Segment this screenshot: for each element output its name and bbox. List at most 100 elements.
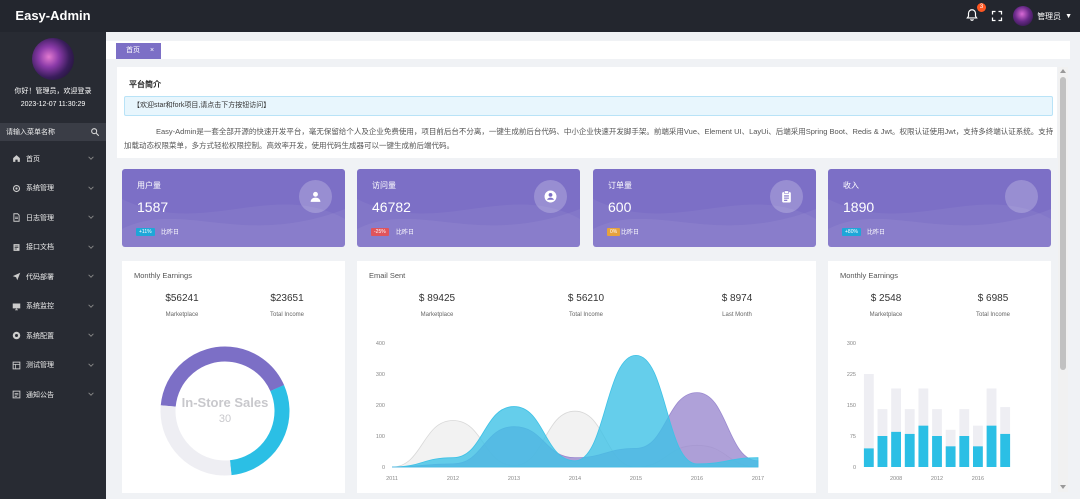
- kpi-label: Total Income: [568, 312, 604, 318]
- bar[interactable]: [1000, 433, 1011, 467]
- sidebar-item-config[interactable]: 系统配置: [0, 321, 106, 351]
- chevron-down-icon: [88, 333, 94, 337]
- tab-home[interactable]: 首页 ×: [116, 43, 161, 59]
- chevron-down-icon: [88, 185, 94, 190]
- earnings-card-right: Monthly Earnings $ 2548 Marketplace $ 69…: [828, 261, 1051, 493]
- y-tick-label: 300: [376, 372, 385, 378]
- x-tick-label: 2008: [890, 476, 902, 482]
- y-tick-label: 75: [850, 434, 856, 440]
- fullscreen-icon[interactable]: [991, 10, 1003, 22]
- bar[interactable]: [986, 425, 997, 467]
- sidebar-item-monitor[interactable]: 系统监控: [0, 292, 106, 322]
- stat-change-badge: +11%: [136, 228, 155, 236]
- monitor-icon: [12, 303, 21, 310]
- close-icon[interactable]: ×: [150, 47, 154, 54]
- y-tick-label: 0: [853, 465, 856, 471]
- x-tick-label: 2011: [386, 476, 398, 482]
- card-title: Monthly Earnings: [840, 271, 898, 280]
- avatar: [1013, 6, 1034, 26]
- scroll-thumb[interactable]: [1060, 77, 1066, 370]
- sidebar-item-label: 代码部署: [26, 273, 54, 281]
- donut-center-label: In-Store Sales: [182, 395, 269, 410]
- account-icon: [534, 180, 567, 213]
- menu-search-input[interactable]: [6, 125, 86, 139]
- bar[interactable]: [877, 436, 888, 467]
- notice-icon: [12, 390, 21, 399]
- intro-title: 平台简介: [129, 80, 161, 89]
- x-tick-label: 2012: [931, 476, 943, 482]
- y-tick-label: 0: [382, 465, 385, 471]
- y-tick-label: 300: [847, 341, 856, 347]
- datetime: 2023-12-07 11:30:29: [20, 101, 86, 108]
- x-tick-label: 2017: [752, 476, 764, 482]
- stat-label: 收入: [843, 181, 859, 190]
- kpi-label: Total Income: [975, 312, 1011, 318]
- stat-value: 1890: [843, 199, 875, 215]
- kpi-value: $ 56210: [567, 293, 605, 304]
- notification-badge: 3: [977, 3, 987, 12]
- scroll-down-icon[interactable]: [1060, 485, 1066, 489]
- sidebar-item-system[interactable]: 系统管理: [0, 174, 106, 204]
- x-tick-label: 2016: [691, 476, 703, 482]
- x-tick-label: 2012: [447, 476, 459, 482]
- chevron-down-icon: [88, 215, 94, 219]
- earnings-card-left: Monthly Earnings $56241 Marketplace $236…: [122, 261, 345, 493]
- bar[interactable]: [891, 431, 901, 467]
- user-menu[interactable]: 管理员 ▼: [1013, 6, 1072, 26]
- stat-card-income: 收入 1890 +80% 比昨日: [828, 169, 1051, 247]
- stat-value: 600: [608, 199, 632, 215]
- search-icon[interactable]: [90, 127, 100, 137]
- send-icon: [12, 273, 21, 281]
- y-tick-label: 150: [847, 403, 856, 409]
- sidebar-menu: 首页 系统管理 日志管理 接口文档 代码部署 系统监控 系统配置 测试管理 通知…: [0, 144, 106, 410]
- settings-icon: [12, 332, 21, 340]
- card-title: Email Sent: [369, 271, 406, 280]
- top-bar: Easy-Admin 3 管理员 ▼: [0, 0, 1080, 32]
- y-tick-label: 100: [376, 434, 385, 440]
- kpi-label: Marketplace: [420, 312, 454, 318]
- home-icon: [13, 155, 20, 163]
- stat-change-badge: +80%: [842, 228, 861, 236]
- tab-label: 首页: [126, 47, 140, 54]
- x-tick-label: 2014: [569, 476, 581, 482]
- chevron-down-icon: [88, 274, 94, 278]
- y-tick-label: 200: [376, 403, 385, 409]
- y-tick-label: 400: [376, 341, 385, 347]
- stat-value: 46782: [372, 199, 411, 215]
- bar[interactable]: [918, 425, 929, 467]
- page-scrollbar[interactable]: [1058, 67, 1068, 492]
- stat-compare-label: 比昨日: [621, 230, 640, 236]
- sidebar-item-deploy[interactable]: 代码部署: [0, 262, 106, 292]
- sidebar-item-notice[interactable]: 通知公告: [0, 380, 106, 410]
- scroll-up-icon[interactable]: [1060, 69, 1066, 73]
- gear-icon: [12, 184, 21, 192]
- greeting: 你好！管理员，欢迎登录: [14, 88, 92, 95]
- sidebar-item-label: 接口文档: [26, 244, 54, 252]
- stat-card-users: 用户量 1587 +11% 比昨日: [122, 169, 345, 247]
- sidebar: 你好！管理员，欢迎登录 2023-12-07 11:30:29 首页 系统管理 …: [0, 32, 106, 499]
- sidebar-item-label: 系统管理: [26, 185, 54, 193]
- intro-hint[interactable]: 【欢迎star和fork项目,请点击下方按钮访问】: [124, 96, 1053, 116]
- sidebar-avatar: [32, 38, 74, 80]
- kpi-label: Total Income: [269, 312, 305, 318]
- x-tick-label: 2016: [972, 476, 984, 482]
- bar[interactable]: [863, 448, 874, 467]
- bar[interactable]: [973, 446, 983, 467]
- username: 管理员: [1037, 11, 1062, 21]
- bar[interactable]: [932, 436, 942, 467]
- bar[interactable]: [904, 433, 915, 467]
- sidebar-item-api-docs[interactable]: 接口文档: [0, 233, 106, 263]
- sidebar-item-home[interactable]: 首页: [0, 144, 106, 174]
- bar[interactable]: [959, 436, 970, 467]
- sidebar-item-test[interactable]: 测试管理: [0, 351, 106, 381]
- kpi-value: $56241: [165, 293, 199, 304]
- bar[interactable]: [945, 446, 956, 467]
- notification-bell[interactable]: 3: [965, 3, 987, 24]
- stat-value: 1587: [137, 199, 169, 215]
- platform-intro: 平台简介 【欢迎star和fork项目,请点击下方按钮访问】 Easy-Admi…: [117, 67, 1057, 158]
- empty-icon: [1005, 180, 1038, 213]
- menu-search: [0, 123, 106, 141]
- stat-change-badge: 0%: [607, 228, 621, 236]
- donut-chart: In-Store Sales 30: [160, 346, 290, 476]
- sidebar-item-logs[interactable]: 日志管理: [0, 203, 106, 233]
